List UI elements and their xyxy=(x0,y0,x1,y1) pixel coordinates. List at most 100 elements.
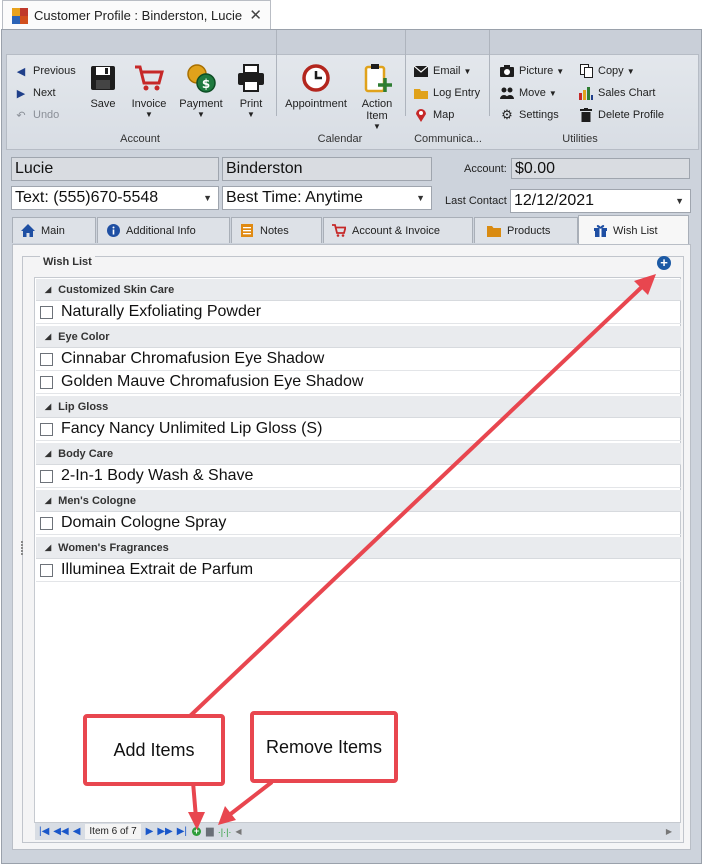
picture-button[interactable]: Picture ▼ xyxy=(500,62,564,80)
action-item-button[interactable]: Action Item ▼ xyxy=(356,62,398,131)
first-record-icon[interactable]: |◀ xyxy=(39,826,49,837)
undo-button[interactable]: ↶ Undo xyxy=(14,106,59,124)
tab-additional-info-label: Additional Info xyxy=(126,224,196,237)
next-page-icon[interactable]: ▶▶ xyxy=(157,826,172,837)
add-items-callout: Add Items xyxy=(83,714,225,786)
tab-notes[interactable]: Notes xyxy=(231,217,322,243)
next-button[interactable]: ▶ Next xyxy=(14,84,56,102)
list-item[interactable]: Golden Mauve Chromafusion Eye Shadow xyxy=(36,371,681,394)
tab-products[interactable]: Products xyxy=(474,217,578,243)
tab-main[interactable]: Main xyxy=(12,217,96,243)
collapse-triangle-icon: ◢ xyxy=(45,449,52,458)
info-icon xyxy=(106,224,120,238)
scroll-right-icon[interactable]: ▶ xyxy=(666,827,672,836)
remove-record-icon[interactable]: ▆ xyxy=(206,826,214,837)
email-label: Email xyxy=(433,65,461,77)
sales-chart-button[interactable]: Sales Chart xyxy=(579,84,655,102)
previous-icon: ◀ xyxy=(16,65,26,78)
last-contact-date-field[interactable]: 12/12/2021 ▼ xyxy=(510,189,691,213)
map-label: Map xyxy=(433,109,455,121)
payment-button[interactable]: $ Payment ▼ xyxy=(177,62,225,119)
payment-icon: $ xyxy=(185,62,217,94)
previous-record-icon[interactable]: ◀ xyxy=(73,826,81,837)
log-entry-button[interactable]: Log Entry xyxy=(414,84,480,102)
next-record-icon[interactable]: ▶ xyxy=(146,826,154,837)
settings-label: Settings xyxy=(519,109,559,121)
cart-icon xyxy=(133,62,165,94)
previous-label: Previous xyxy=(33,65,76,77)
invoice-button[interactable]: Invoice ▼ xyxy=(128,62,170,119)
copy-button[interactable]: Copy ▼ xyxy=(579,62,635,80)
list-item[interactable]: Cinnabar Chromafusion Eye Shadow xyxy=(36,348,681,371)
chevron-down-icon: ▼ xyxy=(675,196,684,206)
add-item-icon[interactable]: + xyxy=(657,256,671,270)
copy-icon xyxy=(579,64,593,78)
previous-page-icon[interactable]: ◀◀ xyxy=(53,826,68,837)
group-name: Eye Color xyxy=(58,330,110,343)
chevron-down-icon: ▼ xyxy=(463,66,472,76)
group-row[interactable]: ◢ Eye Color xyxy=(36,326,681,348)
tab-account-invoice-label: Account & Invoice xyxy=(352,224,441,237)
item-name: Cinnabar Chromafusion Eye Shadow xyxy=(61,350,325,367)
tab-additional-info[interactable]: Additional Info xyxy=(97,217,230,243)
item-checkbox[interactable] xyxy=(40,563,53,577)
document-tab[interactable]: Customer Profile : Binderston, Lucie ✕ xyxy=(2,0,271,30)
save-button[interactable]: Save xyxy=(86,62,120,110)
list-item[interactable]: Fancy Nancy Unlimited Lip Gloss (S) xyxy=(36,418,681,441)
item-checkbox[interactable] xyxy=(40,469,53,483)
group-name: Customized Skin Care xyxy=(58,283,175,296)
item-name: Fancy Nancy Unlimited Lip Gloss (S) xyxy=(61,420,323,437)
chevron-down-icon: ▼ xyxy=(247,110,255,119)
column-resize-icon[interactable]: ·|·|· xyxy=(218,827,232,837)
group-row[interactable]: ◢ Customized Skin Care xyxy=(36,279,681,301)
collapse-triangle-icon: ◢ xyxy=(45,402,52,411)
settings-button[interactable]: ⚙ Settings xyxy=(500,106,559,124)
close-icon[interactable]: ✕ xyxy=(249,6,262,24)
move-button[interactable]: Move ▼ xyxy=(500,84,557,102)
map-pin-icon xyxy=(414,108,428,122)
tab-wish-list-label: Wish List xyxy=(613,224,658,237)
group-row[interactable]: ◢ Men's Cologne xyxy=(36,490,681,512)
list-item[interactable]: Naturally Exfoliating Powder xyxy=(36,301,681,324)
item-checkbox[interactable] xyxy=(40,352,53,366)
list-item[interactable]: Illuminea Extrait de Parfum xyxy=(36,559,681,582)
item-checkbox[interactable] xyxy=(40,516,53,530)
add-record-icon[interactable]: + xyxy=(192,827,202,836)
gear-icon: ⚙ xyxy=(501,107,513,122)
item-checkbox[interactable] xyxy=(40,375,53,389)
group-separator xyxy=(276,30,277,116)
item-checkbox[interactable] xyxy=(40,305,53,319)
chevron-down-icon: ▼ xyxy=(373,122,381,131)
list-item[interactable]: 2-In-1 Body Wash & Shave xyxy=(36,465,681,488)
bar-chart-icon xyxy=(579,86,593,100)
list-item[interactable]: Domain Cologne Spray xyxy=(36,512,681,535)
last-record-icon[interactable]: ▶| xyxy=(177,826,187,837)
previous-button[interactable]: ◀ Previous xyxy=(14,62,76,80)
sales-chart-label: Sales Chart xyxy=(598,87,656,99)
chevron-down-icon: ▼ xyxy=(548,88,557,98)
group-row[interactable]: ◢ Women's Fragrances xyxy=(36,537,681,559)
tab-account-invoice[interactable]: Account & Invoice xyxy=(323,217,473,243)
map-button[interactable]: Map xyxy=(414,106,454,124)
account-label: Account: xyxy=(464,163,507,175)
best-time-select[interactable]: Best Time: Anytime ▼ xyxy=(222,186,432,210)
remove-items-callout: Remove Items xyxy=(250,711,398,783)
first-name-field[interactable]: Lucie xyxy=(11,157,219,181)
email-button[interactable]: Email ▼ xyxy=(414,62,471,80)
scroll-left-icon[interactable]: ◀ xyxy=(235,827,241,836)
tab-main-label: Main xyxy=(41,224,65,237)
appointment-button[interactable]: Appointment xyxy=(284,62,348,110)
group-row[interactable]: ◢ Body Care xyxy=(36,443,681,465)
item-checkbox[interactable] xyxy=(40,422,53,436)
splitter-grip-icon[interactable] xyxy=(21,540,27,556)
copy-label: Copy xyxy=(598,65,624,77)
group-row[interactable]: ◢ Lip Gloss xyxy=(36,396,681,418)
chevron-down-icon: ▼ xyxy=(197,110,205,119)
contact-select[interactable]: Text: (555)670-5548 ▼ xyxy=(11,186,219,210)
print-button[interactable]: Print ▼ xyxy=(233,62,269,119)
tab-notes-label: Notes xyxy=(260,224,289,237)
undo-label: Undo xyxy=(33,109,60,121)
delete-profile-button[interactable]: Delete Profile xyxy=(579,106,664,124)
tab-wish-list[interactable]: Wish List xyxy=(578,215,689,245)
last-name-field[interactable]: Binderston xyxy=(222,157,432,181)
